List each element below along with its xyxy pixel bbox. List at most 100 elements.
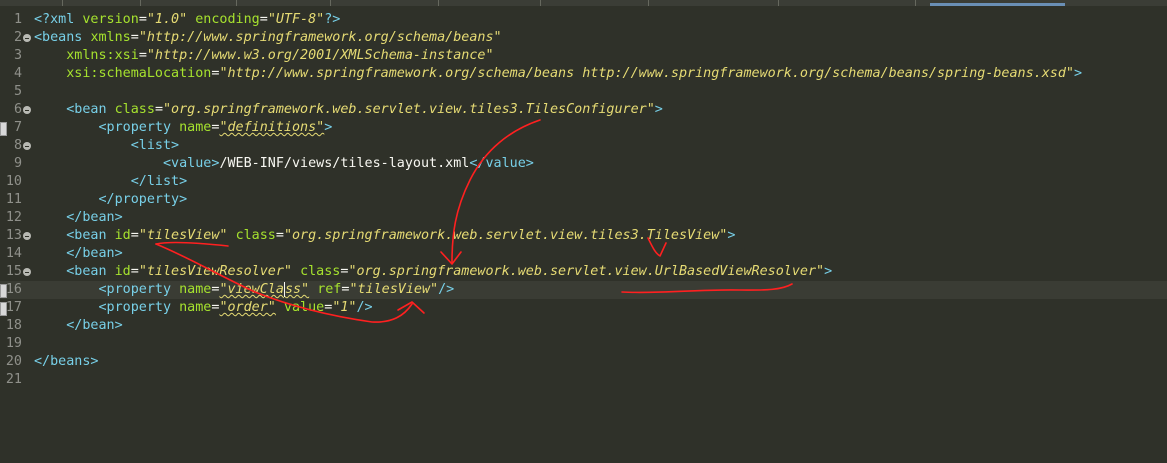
- annotation-marker-icon[interactable]: [0, 302, 7, 316]
- code-line[interactable]: 3 xmlns:xsi="http://www.w3.org/2001/XMLS…: [0, 47, 1167, 65]
- code-text: <?xml version="1.0" encoding="UTF-8"?>: [34, 11, 340, 29]
- code-line[interactable]: 15 <bean id="tilesViewResolver" class="o…: [0, 263, 1167, 281]
- code-token: <bean: [66, 228, 115, 243]
- line-number: 8: [13, 138, 22, 153]
- code-line[interactable]: 14 </bean>: [0, 245, 1167, 263]
- code-line[interactable]: 18 </bean>: [0, 317, 1167, 335]
- code-text: </bean>: [34, 209, 123, 227]
- code-line[interactable]: 13 <bean id="tilesView" class="org.sprin…: [0, 227, 1167, 245]
- code-token: </bean>: [66, 210, 123, 225]
- code-line[interactable]: 9 <value>/WEB-INF/views/tiles-layout.xml…: [0, 155, 1167, 173]
- annotation-marker-icon[interactable]: [0, 122, 7, 136]
- line-number: 13: [5, 228, 22, 243]
- code-line[interactable]: 10 </list>: [0, 173, 1167, 191]
- code-token: value: [283, 300, 325, 315]
- code-line[interactable]: 17 <property name="order" value="1"/>: [0, 299, 1167, 317]
- line-number: 14: [5, 246, 22, 261]
- code-token: <value>: [163, 156, 220, 171]
- tab-divider: [140, 0, 141, 6]
- code-token: "1": [332, 300, 357, 315]
- active-tab-indicator[interactable]: [930, 3, 1065, 6]
- code-token: >: [1074, 66, 1083, 81]
- code-token: </list>: [130, 174, 188, 189]
- code-token: >: [727, 228, 736, 243]
- code-token: name: [179, 300, 212, 315]
- code-token: >: [324, 120, 333, 135]
- code-line[interactable]: 7 <property name="definitions">: [0, 119, 1167, 137]
- code-token: />: [356, 300, 373, 315]
- code-line[interactable]: 8 <list>: [0, 137, 1167, 155]
- line-number: 6: [13, 102, 22, 117]
- code-line[interactable]: 11 </property>: [0, 191, 1167, 209]
- code-token: "org.springframework.web.servlet.view.ti…: [163, 102, 655, 117]
- annotation-marker-icon[interactable]: [0, 284, 7, 298]
- code-line[interactable]: 4 xsi:schemaLocation="http://www.springf…: [0, 65, 1167, 83]
- code-token: =: [259, 12, 268, 27]
- line-number: 21: [5, 372, 22, 387]
- code-token: =: [275, 228, 284, 243]
- code-text: xsi:schemaLocation="http://www.springfra…: [34, 65, 1082, 83]
- code-token: name: [179, 120, 212, 135]
- code-text: </beans>: [34, 353, 99, 371]
- code-line[interactable]: 12 </bean>: [0, 209, 1167, 227]
- code-text: <bean class="org.springframework.web.ser…: [34, 101, 663, 119]
- code-token: "org.springframework.web.servlet.view.Ur…: [348, 264, 825, 279]
- code-text: <beans xmlns="http://www.springframework…: [34, 29, 502, 47]
- code-token: <property: [98, 120, 180, 135]
- line-number: 12: [5, 210, 22, 225]
- fold-toggle-icon[interactable]: [23, 232, 31, 240]
- code-text: <property name="viewClass" ref="tilesVie…: [34, 281, 454, 299]
- code-token: "definitions": [219, 120, 325, 135]
- code-token: </beans>: [34, 354, 99, 369]
- code-token: <beans: [34, 30, 91, 45]
- code-token: <?xml: [34, 12, 83, 27]
- line-number: 20: [5, 354, 22, 369]
- code-line[interactable]: 20 </beans>: [0, 353, 1167, 371]
- code-token: xsi:schemaLocation: [66, 66, 212, 81]
- code-token: ss": [284, 282, 310, 297]
- code-token: "tilesView": [349, 282, 439, 297]
- code-token: =: [138, 12, 147, 27]
- tab-divider: [236, 0, 237, 6]
- code-line[interactable]: 21: [0, 371, 1167, 389]
- fold-toggle-icon[interactable]: [23, 106, 31, 114]
- code-token: </bean>: [66, 246, 123, 261]
- code-token: =: [130, 30, 139, 45]
- code-line[interactable]: 5: [0, 83, 1167, 101]
- tab-divider: [648, 0, 649, 6]
- fold-toggle-icon[interactable]: [23, 142, 31, 150]
- tab-divider: [438, 0, 439, 6]
- code-token: xmlns:xsi: [66, 48, 139, 63]
- code-token: <bean: [66, 264, 115, 279]
- code-line[interactable]: 2 <beans xmlns="http://www.springframewor…: [0, 29, 1167, 47]
- code-line[interactable]: 19: [0, 335, 1167, 353]
- code-token: =: [130, 264, 139, 279]
- code-token: class: [235, 228, 276, 243]
- code-text: <property name="order" value="1"/>: [34, 299, 373, 317]
- code-text: <bean id="tilesViewResolver" class="org.…: [34, 263, 832, 281]
- code-token: version: [82, 12, 139, 27]
- line-number: 1: [13, 12, 22, 27]
- line-number: 18: [5, 318, 22, 333]
- code-line[interactable]: 1 <?xml version="1.0" encoding="UTF-8"?>: [0, 11, 1167, 29]
- code-token: =: [130, 228, 139, 243]
- fold-toggle-icon[interactable]: [23, 34, 31, 42]
- fold-toggle-icon[interactable]: [23, 268, 31, 276]
- code-line[interactable]: 6 <bean class="org.springframework.web.s…: [0, 101, 1167, 119]
- code-line[interactable]: 16 <property name="viewClass" ref="tiles…: [0, 281, 1167, 299]
- code-text: <value>/WEB-INF/views/tiles-layout.xml</…: [34, 155, 534, 173]
- code-editor[interactable]: 1 <?xml version="1.0" encoding="UTF-8"?> 2…: [0, 11, 1167, 389]
- tab-divider: [915, 0, 916, 6]
